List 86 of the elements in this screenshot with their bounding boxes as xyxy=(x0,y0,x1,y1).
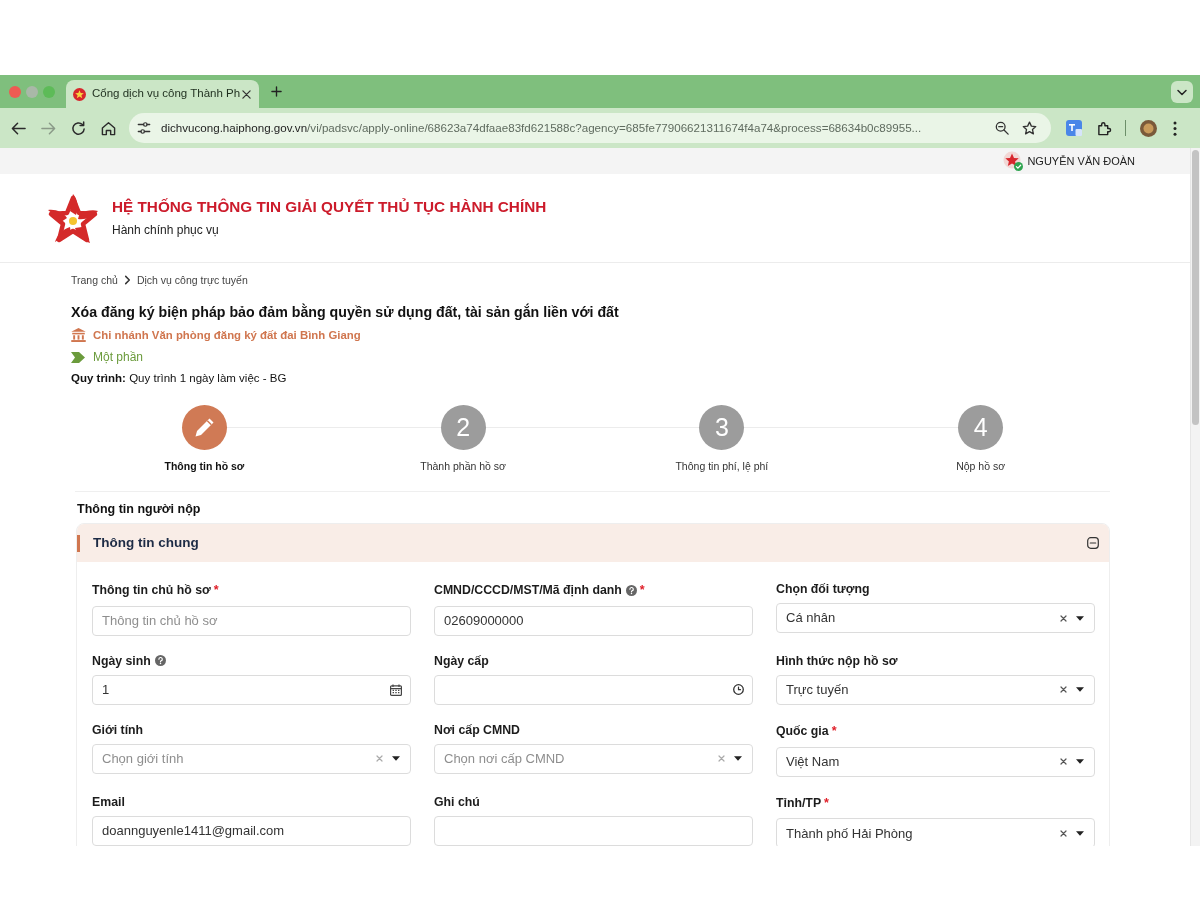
translate-icon[interactable] xyxy=(1066,120,1082,136)
url-host: dichvucong.haiphong.gov.vn xyxy=(161,120,308,137)
panel-header[interactable]: Thông tin chung xyxy=(77,524,1109,562)
new-tab-icon[interactable] xyxy=(271,86,282,97)
profile-avatar-icon[interactable] xyxy=(1140,119,1157,137)
required-mark: * xyxy=(831,722,837,740)
process-text: Quy trình: Quy trình 1 ngày làm việc - BG xyxy=(71,371,288,386)
caret-down-icon[interactable] xyxy=(1076,759,1084,764)
help-icon[interactable] xyxy=(154,655,166,667)
site-settings-icon[interactable] xyxy=(137,121,151,135)
caret-down-icon[interactable] xyxy=(1076,615,1084,621)
accent-bar xyxy=(77,534,80,552)
menu-icon[interactable] xyxy=(1173,120,1177,136)
clear-icon[interactable] xyxy=(1060,686,1067,694)
zoom-out-icon[interactable] xyxy=(995,121,1009,135)
input-field[interactable]: doannguyenle1411@gmail.com xyxy=(92,815,411,846)
field-label: Nơi cấp CMND xyxy=(434,721,520,738)
arrow-tag-icon xyxy=(71,351,85,363)
select-field[interactable]: Thành phố Hải Phòng xyxy=(776,818,1095,846)
field-label: Ngày sinh xyxy=(92,652,151,669)
caret-down-icon[interactable] xyxy=(734,756,742,762)
collapse-icon[interactable] xyxy=(1087,537,1099,549)
extensions-icon[interactable] xyxy=(1097,120,1112,136)
star-icon[interactable] xyxy=(1022,121,1037,135)
clear-icon[interactable] xyxy=(1060,758,1067,765)
select-field[interactable]: Việt Nam xyxy=(776,746,1095,777)
site-title: HỆ THỐNG THÔNG TIN GIẢI QUYẾT THỦ TỤC HÀNH CHÍNH xyxy=(112,197,547,217)
field-label: Email xyxy=(92,793,125,810)
back-icon[interactable] xyxy=(11,120,26,136)
browser-tab[interactable]: Cổng dịch vụ công Thành Ph xyxy=(66,80,259,108)
input-field[interactable] xyxy=(434,815,753,846)
required-mark: * xyxy=(824,794,829,812)
bank-icon xyxy=(71,328,86,342)
field-label: CMND/CCCD/MST/Mã định danh xyxy=(434,582,622,599)
clear-icon[interactable] xyxy=(1060,614,1067,622)
field-label: Ngày cấp xyxy=(434,652,489,669)
pencil-icon xyxy=(193,417,215,438)
step-label: Thành phần hồ sơ xyxy=(420,459,506,474)
star-logo xyxy=(46,192,100,244)
field-label: Giới tính xyxy=(92,721,144,738)
step-marker[interactable] xyxy=(181,405,227,450)
caret-down-icon[interactable] xyxy=(1076,830,1084,836)
input-field[interactable]: 02609000000 xyxy=(434,605,753,636)
step-label: Nộp hồ sơ xyxy=(956,459,1006,474)
step-label: Thông tin phí, lệ phí xyxy=(675,459,769,474)
user-name[interactable]: NGUYỄN VĂN ĐOÀN xyxy=(1027,152,1135,170)
close-icon[interactable] xyxy=(242,89,251,99)
required-mark: * xyxy=(639,582,645,599)
user-avatar-icon[interactable] xyxy=(1003,151,1024,171)
home-icon[interactable] xyxy=(101,120,116,136)
calendar-icon[interactable] xyxy=(390,683,402,696)
section-title: Thông tin người nộp xyxy=(77,501,202,518)
date-field[interactable]: 1 xyxy=(92,674,411,705)
date-time-field[interactable] xyxy=(434,674,753,705)
chevron-right-icon xyxy=(123,275,131,285)
reload-icon[interactable] xyxy=(71,120,86,136)
select-field[interactable]: Cá nhân xyxy=(776,603,1095,633)
service-level: Một phần xyxy=(93,349,144,366)
panel-title: Thông tin chung xyxy=(93,533,200,552)
select-field[interactable]: Trực tuyến xyxy=(776,674,1095,705)
field-label: Chọn đối tượng xyxy=(776,581,870,597)
field-label: Thông tin chủ hồ sơ xyxy=(92,582,211,599)
required-mark: * xyxy=(213,582,219,599)
field-label: Hình thức nộp hồ sơ xyxy=(776,652,898,669)
agency-name: Chi nhánh Văn phòng đăng ký đất đai Bình Giang xyxy=(93,328,361,343)
caret-down-icon[interactable] xyxy=(392,756,400,762)
tab-title: Cổng dịch vụ công Thành Ph xyxy=(92,86,242,102)
help-icon[interactable] xyxy=(625,584,637,596)
input-field[interactable]: Thông tin chủ hồ sơ xyxy=(92,605,411,636)
field-label: Tỉnh/TP xyxy=(776,794,822,811)
scrollbar-thumb[interactable] xyxy=(1192,150,1199,425)
breadcrumb-link[interactable]: Dịch vụ công trực tuyến xyxy=(136,273,248,287)
field-label: Quốc gia xyxy=(776,723,829,740)
site-subtitle: Hành chính phục vụ xyxy=(112,222,220,239)
clear-icon[interactable] xyxy=(1060,829,1067,837)
clock-icon[interactable] xyxy=(733,683,744,695)
address-bar[interactable]: dichvucong.haiphong.gov.vn/vi/padsvc/apply-online/68623a74dfaae83fd621588c?agency=685fe77906621311674f4a74&process=68634b0c89955... xyxy=(129,113,1051,143)
field-label: Ghi chú xyxy=(434,793,480,810)
caret-down-icon[interactable] xyxy=(1076,687,1084,693)
chevron-down-icon[interactable] xyxy=(1171,80,1193,103)
scrollbar-track[interactable] xyxy=(1190,148,1200,846)
emblem-favicon-icon xyxy=(73,87,86,101)
step-label: Thông tin hồ sơ xyxy=(164,459,245,474)
breadcrumb-link[interactable]: Trang chủ xyxy=(71,273,118,287)
procedure-title: Xóa đăng ký biện pháp bảo đảm bằng quyền sử dụng đất, tài sản gắn liền với đất xyxy=(71,302,620,322)
url-path: /vi/padsvc/apply-online/68623a74dfaae83fd621588c?agency=685fe77906621311674f4a74&process=68634b0c89955... xyxy=(307,120,922,137)
